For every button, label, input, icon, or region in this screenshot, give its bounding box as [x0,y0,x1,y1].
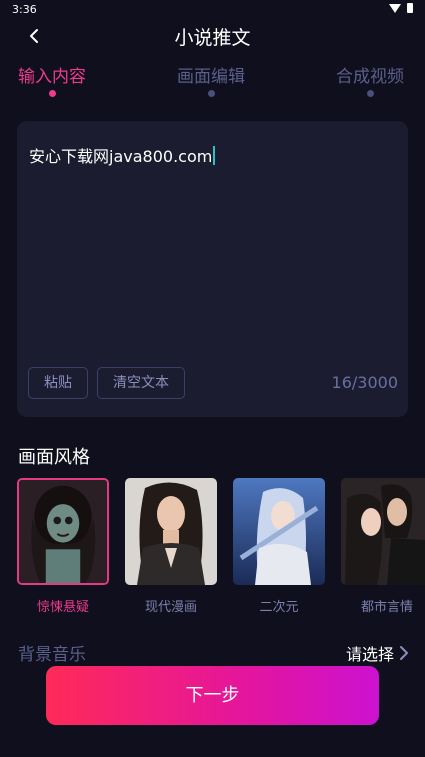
wifi-icon [389,3,401,13]
clear-text-button[interactable]: 清空文本 [97,367,185,399]
background-music-label: 背景音乐 [18,645,86,665]
style-thumbnail [17,478,109,585]
background-music-row[interactable]: 背景音乐 请选择 [18,640,410,666]
character-counter: 16/3000 [331,373,398,392]
background-music-select[interactable]: 请选择 [346,641,394,665]
next-step-button[interactable]: 下一步 [46,666,379,725]
header: 小说推文 [0,20,425,54]
text-input-area[interactable]: 安心下载网java800.com 粘贴 清空文本 16/3000 [17,121,408,417]
status-bar: 3:36 [0,0,425,20]
style-thumbnail [125,478,217,585]
step-indicator-dot [367,90,374,97]
style-option-urban-romance[interactable]: 都市言情 [341,478,425,615]
style-thumbnail [341,478,425,585]
style-list: 惊悚悬疑 现代漫画 二次元 都市言情 [17,478,425,618]
step-indicator-dot [49,90,56,97]
style-section-title: 画面风格 [18,447,90,468]
step-compose-video[interactable]: 合成视频 [336,62,404,87]
style-label: 二次元 [259,600,299,615]
text-input-content[interactable]: 安心下载网java800.com [29,143,216,167]
style-option-anime[interactable]: 二次元 [233,478,325,615]
battery-icon [407,3,413,13]
step-tabs: 输入内容 画面编辑 合成视频 [0,62,425,102]
page-title: 小说推文 [174,27,251,49]
style-label: 现代漫画 [144,600,197,615]
step-input-content[interactable]: 输入内容 [18,62,86,87]
status-icons [389,3,413,13]
step-indicator-dot [208,90,215,97]
style-thumbnail [233,478,325,585]
step-image-edit[interactable]: 画面编辑 [177,62,245,87]
style-option-modern-comic[interactable]: 现代漫画 [125,478,217,615]
text-caret [213,146,216,165]
status-time: 3:36 [12,3,37,16]
style-label: 惊悚悬疑 [36,600,89,615]
chevron-right-icon [400,646,408,660]
style-option-horror[interactable]: 惊悚悬疑 [17,478,109,615]
style-label: 都市言情 [360,600,413,615]
paste-button[interactable]: 粘贴 [28,367,88,399]
text-input-value: 安心下载网java800.com [29,147,213,166]
